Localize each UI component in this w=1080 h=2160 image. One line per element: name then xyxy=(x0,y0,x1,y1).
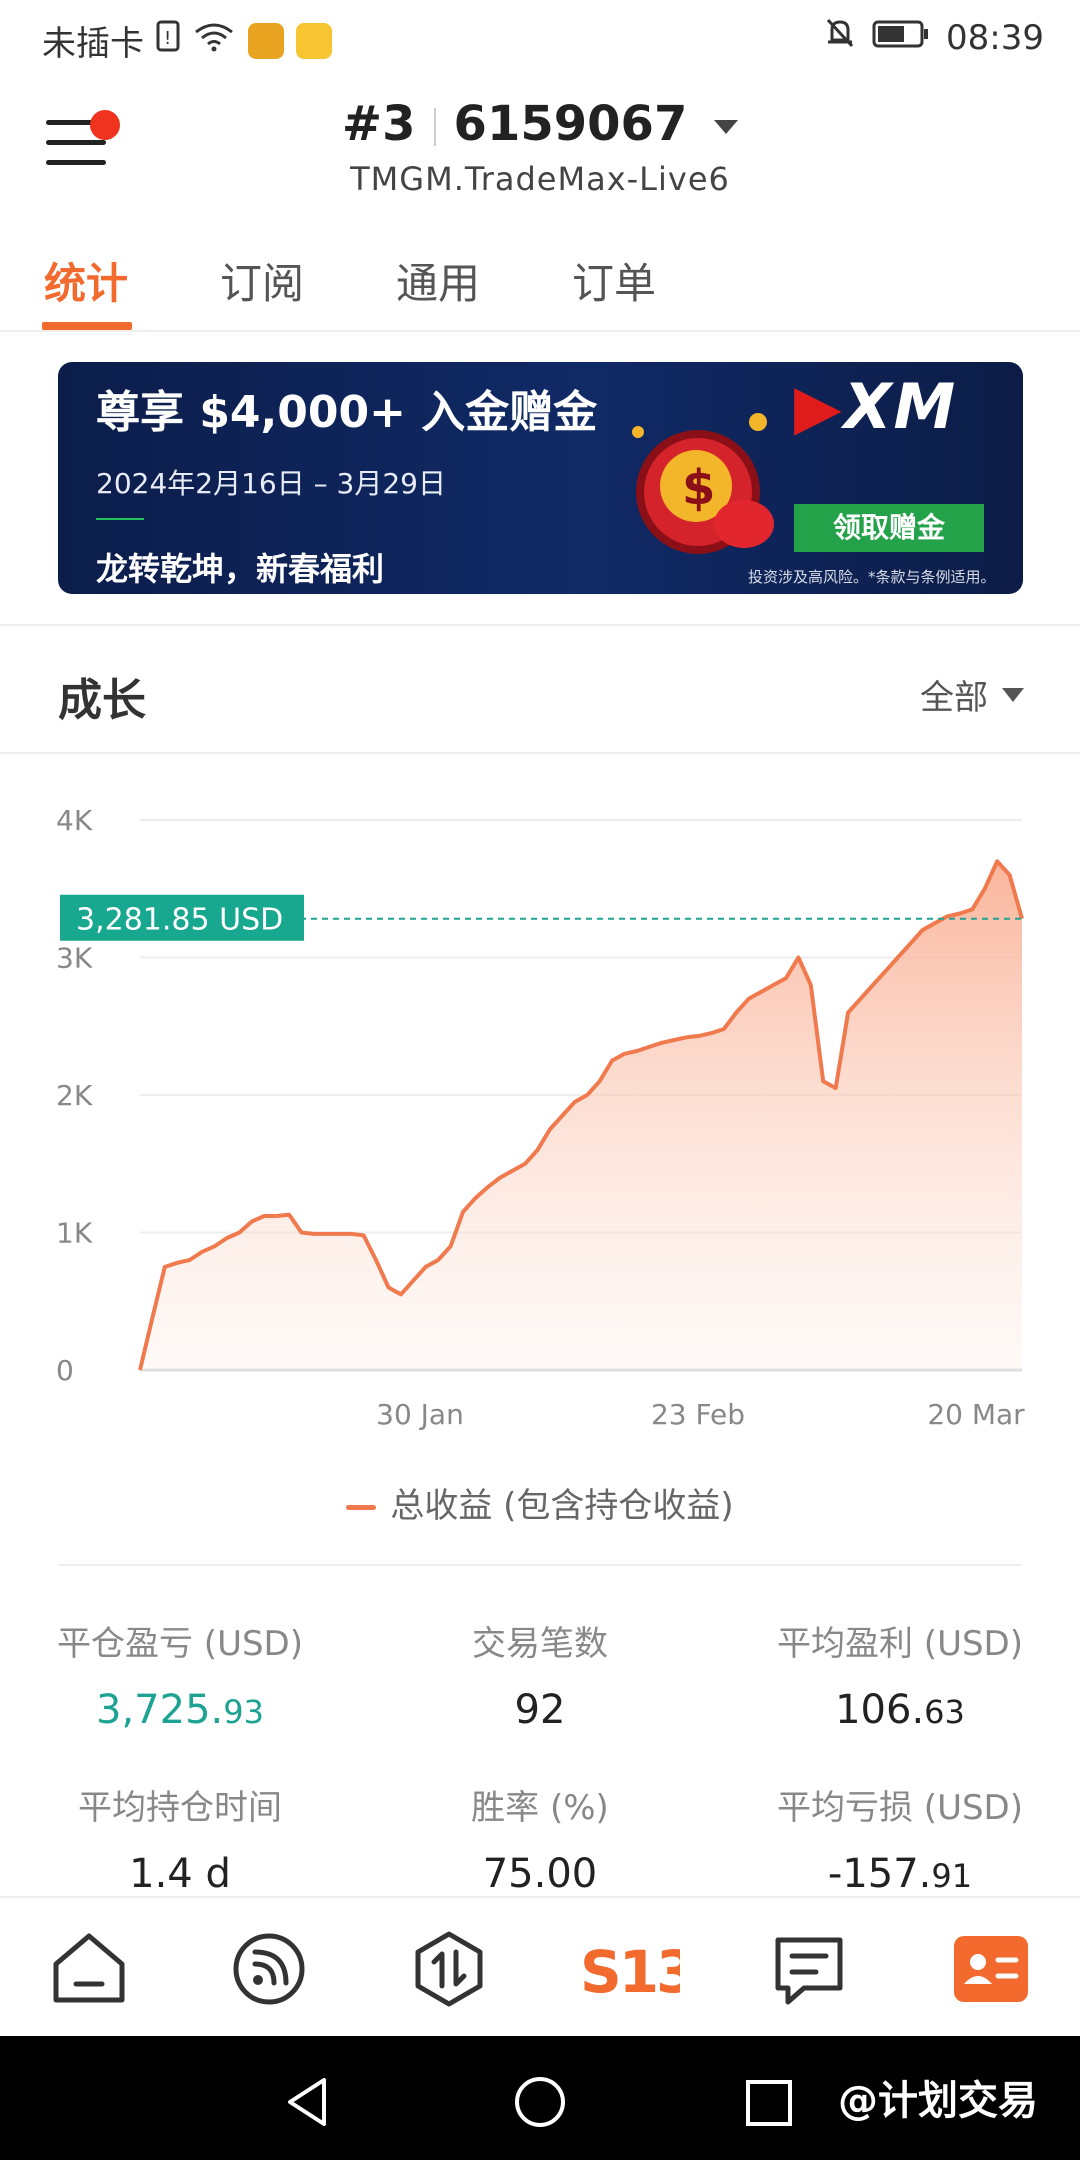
stats-divider xyxy=(58,1564,1022,1566)
y-tick-label: 0 xyxy=(56,1354,74,1387)
stat-label: 交易笔数 xyxy=(472,1624,608,1664)
stat-value-dec: 93 xyxy=(223,1693,264,1731)
red-envelope-coin-icon: $ xyxy=(632,413,774,554)
stat-value-int: 1.4 d xyxy=(129,1851,231,1897)
s13-logo-icon[interactable]: S13 xyxy=(580,1924,680,2014)
stat-avg-loss: 平均亏损 (USD) -157.91 xyxy=(720,1780,1080,1897)
home-circle-icon[interactable] xyxy=(512,2074,568,2130)
stat-value: 3,725.93 xyxy=(0,1687,360,1733)
status-right: 08:39 xyxy=(824,16,1044,59)
news-icon[interactable] xyxy=(764,1924,854,2014)
trade-icon[interactable] xyxy=(404,1924,494,2014)
home-icon[interactable] xyxy=(44,1924,134,2014)
stat-label: 平均亏损 (USD) xyxy=(777,1788,1023,1828)
bell-off-icon xyxy=(824,16,856,59)
watermark-text: @计划交易 xyxy=(838,2078,1038,2124)
x-tick-label: 20 Mar xyxy=(927,1398,1025,1431)
tab-general[interactable]: 通用 xyxy=(396,250,480,311)
chevron-down-icon xyxy=(1002,687,1024,702)
active-tab-indicator xyxy=(42,322,132,330)
stat-trade-count: 交易笔数 92 xyxy=(360,1616,720,1733)
sim-icon: ! xyxy=(156,20,180,61)
claim-bonus-button[interactable]: 领取赠金 xyxy=(794,504,984,552)
stat-value: -157.91 xyxy=(720,1851,1080,1897)
server-name: TMGM.TradeMax-Live6 xyxy=(350,160,730,198)
stat-label: 平仓盈亏 (USD) xyxy=(57,1624,303,1664)
growth-chart[interactable]: 0 1K 2K 3K 4K 30 Jan 23 Feb 20 Mar 3,281.85 US… xyxy=(0,780,1080,1440)
chart-legend[interactable]: 总收益 (包含持仓收益) xyxy=(0,1478,1080,1527)
stat-label: 平均盈利 (USD) xyxy=(777,1624,1023,1664)
period-filter[interactable]: 全部 xyxy=(920,670,1024,719)
stat-value-dec: 91 xyxy=(931,1857,973,1895)
chevron-down-icon xyxy=(714,120,739,134)
y-tick-label: 4K xyxy=(56,804,93,837)
y-tick-label: 1K xyxy=(56,1217,93,1250)
tab-statistics[interactable]: 统计 xyxy=(44,250,128,311)
stat-avg-hold-time: 平均持仓时间 1.4 d xyxy=(0,1780,360,1897)
status-bar: 未插卡 ! 08:39 xyxy=(0,0,1080,72)
stat-value-int: 106. xyxy=(835,1687,925,1733)
stat-value: 106.63 xyxy=(720,1687,1080,1733)
title-separator xyxy=(433,108,436,146)
y-tick-label: 2K xyxy=(56,1079,93,1112)
stat-value: 75.00 xyxy=(360,1851,720,1897)
banner-disclaimer: 投资涉及高风险。*条款与条例适用。 xyxy=(748,568,996,586)
svg-text:S13: S13 xyxy=(580,1938,680,2006)
y-tick-label: 3K xyxy=(56,942,93,975)
stat-closed-pnl: 平仓盈亏 (USD) 3,725.93 xyxy=(0,1616,360,1733)
stat-label: 平均持仓时间 xyxy=(78,1788,282,1828)
status-left: 未插卡 ! xyxy=(42,16,332,65)
system-navigation-bar: @计划交易 xyxy=(0,2036,1080,2160)
back-icon[interactable] xyxy=(284,2076,332,2128)
bottom-navigation: S13 xyxy=(0,1896,1080,2036)
svg-text:$: $ xyxy=(682,460,715,516)
current-value-text: 3,281.85 USD xyxy=(76,903,283,938)
stat-win-rate: 胜率 (%) 75.00 xyxy=(360,1780,720,1897)
section-divider xyxy=(0,624,1080,626)
signals-icon[interactable] xyxy=(224,1924,314,2014)
account-selector[interactable]: #3 6159067 xyxy=(0,96,1080,152)
stat-value-int: 3,725. xyxy=(96,1687,224,1733)
stat-value-int: 75.00 xyxy=(482,1851,598,1897)
stat-value-dec: 63 xyxy=(924,1693,965,1731)
current-value-label: 3,281.85 USD xyxy=(60,894,304,941)
stat-value: 92 xyxy=(360,1687,720,1733)
legend-swatch xyxy=(346,1505,377,1510)
stat-value-int: 92 xyxy=(514,1687,566,1733)
account-number: 6159067 xyxy=(453,96,688,152)
wifi-icon xyxy=(192,20,236,61)
folder-icon xyxy=(296,22,332,59)
promo-banner[interactable]: 尊享 $4,000+ 入金赠金 2024年2月16日 – 3月29日 龙转乾坤，… xyxy=(58,362,1023,594)
period-filter-label: 全部 xyxy=(920,678,988,718)
banner-subtitle: 龙转乾坤，新春福利 xyxy=(96,550,385,588)
stat-value-int: -157. xyxy=(827,1851,932,1897)
legend-label: 总收益 (包含持仓收益) xyxy=(390,1486,734,1526)
x-tick-label: 30 Jan xyxy=(376,1398,464,1431)
battery-icon xyxy=(872,18,930,58)
recents-icon[interactable] xyxy=(744,2078,794,2128)
tab-bar: 统计 订阅 通用 订单 xyxy=(0,236,1080,332)
x-tick-label: 23 Feb xyxy=(651,1398,745,1431)
banner-divider xyxy=(96,518,144,520)
banner-date: 2024年2月16日 – 3月29日 xyxy=(96,467,446,500)
stat-label: 胜率 (%) xyxy=(471,1788,609,1828)
tab-orders[interactable]: 订单 xyxy=(572,250,656,311)
app-notification-icon xyxy=(248,22,284,59)
clock-text: 08:39 xyxy=(946,17,1044,58)
banner-title: 尊享 $4,000+ 入金赠金 xyxy=(96,387,598,438)
xm-logo: ▶XM xyxy=(794,370,958,443)
tab-subscribe[interactable]: 订阅 xyxy=(220,250,304,311)
profile-card-icon[interactable] xyxy=(946,1924,1036,2014)
carrier-text: 未插卡 xyxy=(42,24,144,64)
account-index: #3 xyxy=(341,96,416,152)
growth-title: 成长 xyxy=(58,675,146,726)
logo-text: XM xyxy=(843,370,958,443)
stat-value: 1.4 d xyxy=(0,1851,360,1897)
svg-text:!: ! xyxy=(164,28,171,49)
section-divider xyxy=(0,752,1080,754)
stat-avg-profit: 平均盈利 (USD) 106.63 xyxy=(720,1616,1080,1733)
